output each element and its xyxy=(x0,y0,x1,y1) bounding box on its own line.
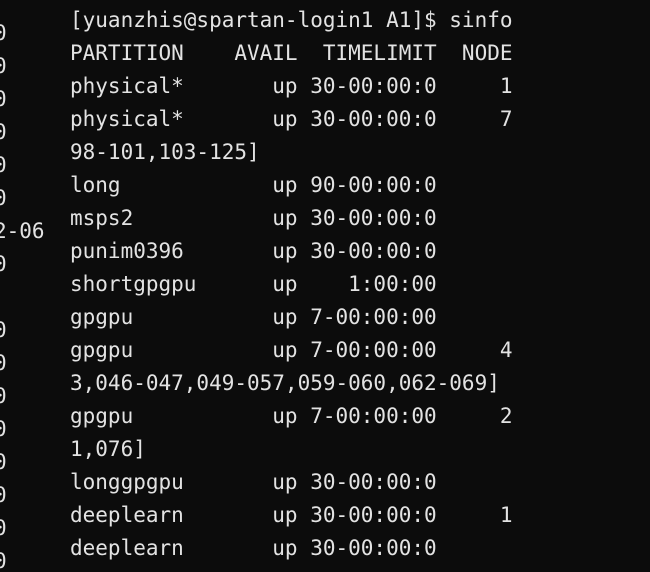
sinfo-output-line: deeplearn up 30-00:00:0 1 xyxy=(70,503,513,527)
sinfo-output-line: punim0396 up 30-00:00:0 xyxy=(70,239,437,263)
sinfo-output-line: 1,076] xyxy=(70,437,146,461)
sinfo-output-line: msps2 up 30-00:00:0 xyxy=(70,206,437,230)
terminal-window[interactable]: 0 [yuanzhis@spartan-login1 A1]$ sinfo 0 … xyxy=(0,0,650,572)
left-pane-cutoff-text: 0 xyxy=(0,450,7,474)
left-pane-cutoff-text: 0 xyxy=(0,483,7,507)
left-pane-cutoff-text: 0 xyxy=(0,318,7,342)
sinfo-output-line: 98-101,103-125] xyxy=(70,140,260,164)
sinfo-output-line: gpgpu up 7-00:00:00 4 xyxy=(70,338,513,362)
left-pane-cutoff-text: 0 xyxy=(0,54,7,78)
left-pane-cutoff-text: 0 xyxy=(0,120,7,144)
sinfo-output-line: physical* up 30-00:00:0 1 xyxy=(70,74,513,98)
terminal-prompt-line: [yuanzhis@spartan-login1 A1]$ sinfo xyxy=(70,8,513,32)
sinfo-output-line: physical* up 30-00:00:0 7 xyxy=(70,107,513,131)
left-pane-cutoff-text: 0 xyxy=(0,417,7,441)
left-pane-cutoff-text: 0 xyxy=(0,153,7,177)
sinfo-output-line: deeplearn up 30-00:00:0 xyxy=(70,536,437,560)
sinfo-output-line: longgpgpu up 30-00:00:0 xyxy=(70,470,437,494)
left-pane-cutoff-text: 0 xyxy=(0,351,7,375)
left-pane-cutoff-text: 0 xyxy=(0,384,7,408)
left-pane-cutoff-text: 0 xyxy=(0,21,7,45)
left-pane-cutoff-text: 0 xyxy=(0,252,7,276)
left-pane-cutoff-text xyxy=(0,281,54,314)
sinfo-output-line: 3,046-047,049-057,059-060,062-069] xyxy=(70,371,500,395)
sinfo-output-line: gpgpu up 7-00:00:00 2 xyxy=(70,404,513,428)
sinfo-header-row: PARTITION AVAIL TIMELIMIT NODE xyxy=(70,41,513,65)
left-pane-cutoff-text: 0 xyxy=(0,516,7,540)
left-pane-cutoff-text: 0 xyxy=(0,186,7,210)
left-pane-cutoff-text: 2-06 xyxy=(0,219,45,243)
sinfo-output-line: shortgpgpu up 1:00:00 xyxy=(70,272,437,296)
sinfo-output-line: long up 90-00:00:0 xyxy=(70,173,437,197)
left-pane-cutoff-text: 0 xyxy=(0,87,7,111)
left-pane-cutoff-text: 0 xyxy=(0,549,7,572)
sinfo-output-line: gpgpu up 7-00:00:00 xyxy=(70,305,437,329)
